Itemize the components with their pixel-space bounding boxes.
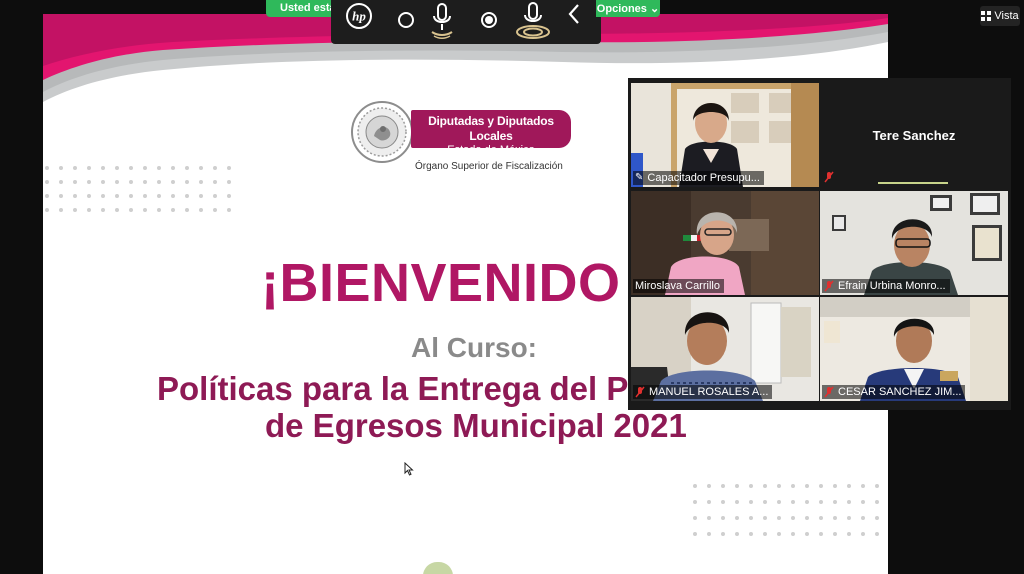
microphone-icon[interactable] — [428, 0, 456, 40]
logo-organization: Órgano Superior de Fiscalización — [415, 161, 563, 172]
svg-text:hp: hp — [352, 9, 366, 24]
participant-tile[interactable]: MANUEL ROSALES A... — [631, 297, 819, 401]
participant-name: Capacitador Presupu... — [647, 172, 760, 184]
participant-name-tag: MANUEL ROSALES A... — [633, 385, 773, 399]
institution-logo-banner: Diputadas y Diputados Locales Estado de … — [411, 110, 571, 156]
participant-name: Miroslava Carrillo — [635, 280, 720, 292]
microphone-active-icon[interactable] — [513, 0, 553, 42]
hp-logo-icon: hp — [346, 3, 372, 29]
participant-name-tag: ✎ Capacitador Presupu... — [633, 171, 764, 185]
participant-tile[interactable]: CESAR SANCHEZ JIM... — [820, 297, 1008, 401]
participant-tile[interactable]: Tere Sanchez — [820, 83, 1008, 187]
options-dropdown-button[interactable]: Opciones ⌄ — [596, 0, 660, 17]
decorative-leaf — [423, 562, 453, 574]
participant-name-tag: Efrain Urbina Monro... — [822, 279, 950, 293]
logo-subtitle: Estado de México — [447, 144, 535, 156]
zoom-screen-share-window: Diputadas y Diputados Locales Estado de … — [0, 0, 1024, 574]
chevron-down-icon: ⌄ — [649, 3, 660, 15]
participant-name-tag: CESAR SANCHEZ JIM... — [822, 385, 966, 399]
share-toolbar: hp — [331, 0, 601, 44]
pin-icon: ✎ — [635, 172, 644, 183]
video-gallery-panel: ✎ Capacitador Presupu... Tere Sanchez Mi… — [628, 78, 1011, 410]
participant-name-tag: Miroslava Carrillo — [633, 279, 724, 293]
participant-name: Efrain Urbina Monro... — [838, 280, 946, 292]
muted-microphone-icon — [824, 171, 834, 183]
slide-course-label: Al Curso: — [411, 332, 537, 363]
record-dot-icon[interactable] — [480, 11, 498, 29]
slide-course-title-line2: de Egresos Municipal 2021 — [265, 407, 687, 444]
slide-course-title-line1: Políticas para la Entrega del Pr — [157, 370, 642, 407]
grid-view-icon — [981, 11, 992, 21]
chevron-left-icon[interactable] — [567, 3, 581, 25]
muted-microphone-icon — [824, 280, 834, 292]
view-label: Vista — [994, 10, 1019, 22]
mouse-pointer-icon — [404, 462, 414, 476]
participant-tile[interactable]: Efrain Urbina Monro... — [820, 191, 1008, 295]
participant-tile[interactable]: ✎ Capacitador Presupu... — [631, 83, 819, 187]
record-circle-icon[interactable] — [397, 11, 415, 29]
decorative-dot-grid-left — [45, 166, 231, 212]
options-label: Opciones — [596, 3, 647, 15]
muted-microphone-icon — [824, 386, 834, 398]
participant-tile[interactable]: Miroslava Carrillo — [631, 191, 819, 295]
logo-title: Diputadas y Diputados Locales — [428, 114, 554, 143]
decorative-dot-grid-right — [693, 484, 879, 536]
coat-of-arms-seal-icon — [351, 101, 413, 163]
slide-welcome-heading: ¡BIENVENIDO — [261, 253, 621, 313]
participant-name: CESAR SANCHEZ JIM... — [838, 386, 962, 398]
participant-name: Tere Sanchez — [872, 128, 956, 143]
sharing-status-badge[interactable]: Usted está — [266, 0, 332, 17]
muted-microphone-icon — [635, 386, 645, 398]
participant-name: MANUEL ROSALES A... — [649, 386, 769, 398]
view-button[interactable]: Vista — [980, 6, 1020, 26]
